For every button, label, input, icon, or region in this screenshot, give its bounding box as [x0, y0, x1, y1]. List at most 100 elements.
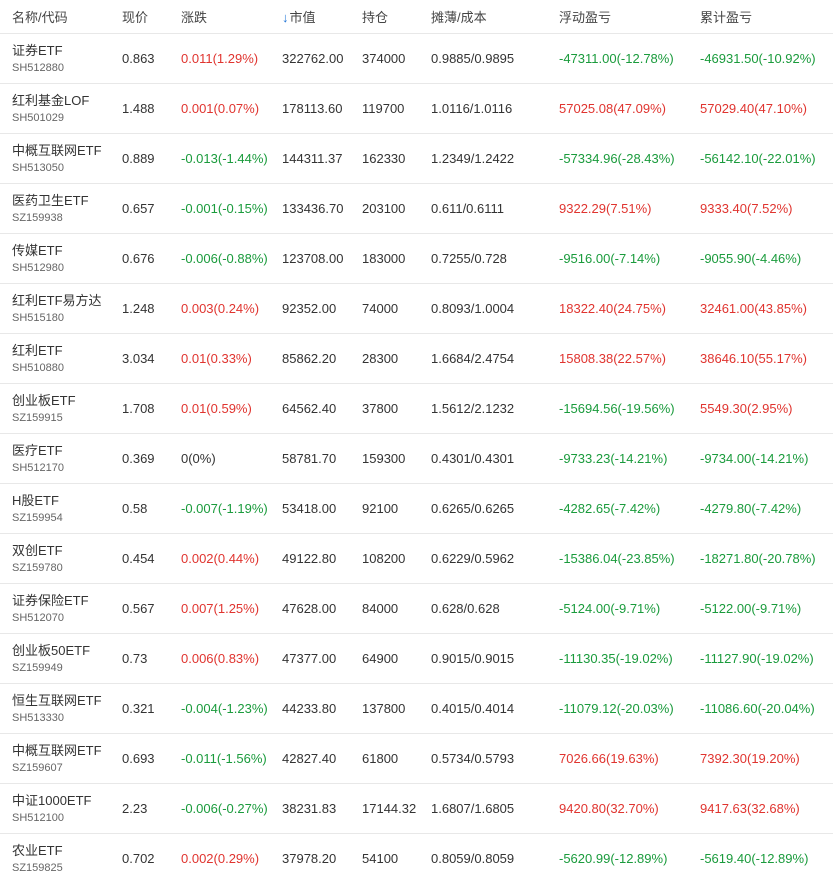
fund-code: SH513050: [12, 161, 64, 174]
name-cell: H股ETF SZ159954: [0, 492, 110, 526]
fund-name[interactable]: 创业板ETF: [12, 392, 110, 410]
table-row[interactable]: 中概互联网ETF SH513050 0.889 -0.013(-1.44%) 14431…: [0, 134, 833, 184]
fund-code: SZ159949: [12, 661, 63, 674]
table-row[interactable]: 农业ETF SZ159825 0.702 0.002(0.29%) 37978.20 54…: [0, 834, 833, 883]
table-row[interactable]: 创业板ETF SZ159915 1.708 0.01(0.59%) 64562.40 37…: [0, 384, 833, 434]
float-pl-cell: -57334.96(-28.43%): [559, 151, 675, 166]
fund-name[interactable]: 医药卫生ETF: [12, 192, 110, 210]
market-value-cell: 85862.20: [282, 351, 337, 366]
fund-name[interactable]: 红利基金LOF: [12, 92, 110, 110]
fund-code: SZ159938: [12, 211, 63, 224]
price-cell: 0.567: [122, 601, 155, 616]
header-total-pl[interactable]: 累计盈亏: [700, 10, 752, 25]
fund-name[interactable]: 双创ETF: [12, 542, 110, 560]
header-float-pl[interactable]: 浮动盈亏: [559, 10, 611, 25]
fund-code: SH512980: [12, 261, 64, 274]
table-row[interactable]: 传媒ETF SH512980 0.676 -0.006(-0.88%) 123708.0…: [0, 234, 833, 284]
change-cell: -0.001(-0.15%): [181, 201, 268, 216]
cost-cell: 0.4015/0.4014: [431, 701, 515, 716]
fund-name[interactable]: 恒生互联网ETF: [12, 692, 110, 710]
market-value-cell: 92352.00: [282, 301, 337, 316]
float-pl-cell: -15694.56(-19.56%): [559, 401, 675, 416]
fund-code: SH512880: [12, 61, 64, 74]
table-body: 证券ETF SH512880 0.863 0.011(1.29%) 322762.00 3…: [0, 34, 833, 883]
fund-code: SH515180: [12, 311, 64, 324]
name-cell: 中概互联网ETF SH513050: [0, 142, 110, 176]
cost-cell: 1.6684/2.4754: [431, 351, 515, 366]
holding-cell: 64900: [362, 651, 399, 666]
cost-cell: 1.6807/1.6805: [431, 801, 515, 816]
change-cell: 0.003(0.24%): [181, 301, 260, 316]
fund-name[interactable]: 中概互联网ETF: [12, 142, 110, 160]
table-row[interactable]: 证券ETF SH512880 0.863 0.011(1.29%) 322762.00 3…: [0, 34, 833, 84]
holding-cell: 74000: [362, 301, 399, 316]
cost-cell: 0.8093/1.0004: [431, 301, 515, 316]
fund-name[interactable]: 医疗ETF: [12, 442, 110, 460]
market-value-cell: 144311.37: [282, 151, 343, 166]
table-row[interactable]: 中证1000ETF SH512100 2.23 -0.006(-0.27%) 38231…: [0, 784, 833, 834]
holding-cell: 84000: [362, 601, 399, 616]
name-cell: 医疗ETF SH512170: [0, 442, 110, 476]
cost-cell: 0.611/0.6111: [431, 201, 505, 216]
market-value-cell: 53418.00: [282, 501, 337, 516]
fund-code: SH512100: [12, 811, 64, 824]
table-row[interactable]: 红利ETF易方达 SH515180 1.248 0.003(0.24%) 92352.0…: [0, 284, 833, 334]
total-pl-cell: -46931.50(-10.92%): [700, 51, 816, 66]
total-pl-cell: 7392.30(19.20%): [700, 751, 800, 766]
fund-name[interactable]: 农业ETF: [12, 842, 110, 860]
header-price[interactable]: 现价: [122, 10, 148, 25]
price-cell: 0.676: [122, 251, 155, 266]
name-cell: 恒生互联网ETF SH513330: [0, 692, 110, 726]
holdings-table: 名称/代码 现价 涨跌 ↓市值 持仓 摊薄/成本 浮动盈亏 累计盈亏 证券ETF…: [0, 0, 833, 883]
table-row[interactable]: 红利基金LOF SH501029 1.488 0.001(0.07%) 178113.6…: [0, 84, 833, 134]
table-row[interactable]: 中概互联网ETF SZ159607 0.693 -0.011(-1.56%) 42827…: [0, 734, 833, 784]
table-row[interactable]: 医疗ETF SH512170 0.369 0(0%) 58781.70 159300 0.4…: [0, 434, 833, 484]
fund-name[interactable]: 创业板50ETF: [12, 642, 110, 660]
float-pl-cell: -15386.04(-23.85%): [559, 551, 675, 566]
fund-name[interactable]: 中证1000ETF: [12, 792, 110, 810]
table-row[interactable]: H股ETF SZ159954 0.58 -0.007(-1.19%) 53418.00 9…: [0, 484, 833, 534]
cost-cell: 1.2349/1.2422: [431, 151, 515, 166]
cost-cell: 0.8059/0.8059: [431, 851, 515, 866]
holding-cell: 203100: [362, 201, 406, 216]
fund-name[interactable]: H股ETF: [12, 492, 110, 510]
price-cell: 0.702: [122, 851, 155, 866]
fund-name[interactable]: 证券ETF: [12, 42, 110, 60]
name-cell: 证券ETF SH512880: [0, 42, 110, 76]
price-cell: 0.863: [122, 51, 155, 66]
table-row[interactable]: 恒生互联网ETF SH513330 0.321 -0.004(-1.23%) 44233…: [0, 684, 833, 734]
table-row[interactable]: 创业板50ETF SZ159949 0.73 0.006(0.83%) 47377.00…: [0, 634, 833, 684]
fund-name[interactable]: 传媒ETF: [12, 242, 110, 260]
float-pl-cell: 9420.80(32.70%): [559, 801, 659, 816]
fund-name[interactable]: 中概互联网ETF: [12, 742, 110, 760]
fund-name[interactable]: 红利ETF: [12, 342, 110, 360]
total-pl-cell: 9417.63(32.68%): [700, 801, 800, 816]
header-market-value-cell[interactable]: ↓市值: [271, 7, 349, 26]
fund-name[interactable]: 证券保险ETF: [12, 592, 110, 610]
name-cell: 红利基金LOF SH501029: [0, 92, 110, 126]
table-row[interactable]: 医药卫生ETF SZ159938 0.657 -0.001(-0.15%) 133436…: [0, 184, 833, 234]
name-cell: 创业板ETF SZ159915: [0, 392, 110, 426]
header-holding[interactable]: 持仓: [362, 10, 388, 25]
cost-cell: 1.5612/2.1232: [431, 401, 515, 416]
fund-name[interactable]: 红利ETF易方达: [12, 292, 110, 310]
float-pl-cell: 18322.40(24.75%): [559, 301, 666, 316]
name-cell: 创业板50ETF SZ159949: [0, 642, 110, 676]
cost-cell: 0.4301/0.4301: [431, 451, 515, 466]
change-cell: 0.007(1.25%): [181, 601, 260, 616]
total-pl-cell: -9734.00(-14.21%): [700, 451, 809, 466]
change-cell: 0(0%): [181, 451, 216, 466]
change-cell: -0.013(-1.44%): [181, 151, 268, 166]
fund-code: SZ159607: [12, 761, 63, 774]
header-market-value[interactable]: 市值: [290, 10, 316, 25]
header-cost[interactable]: 摊薄/成本: [431, 10, 487, 25]
price-cell: 0.693: [122, 751, 155, 766]
table-row[interactable]: 证券保险ETF SH512070 0.567 0.007(1.25%) 47628.00…: [0, 584, 833, 634]
total-pl-cell: -9055.90(-4.46%): [700, 251, 802, 266]
header-change[interactable]: 涨跌: [181, 10, 207, 25]
total-pl-cell: -11127.90(-19.02%): [700, 651, 814, 666]
header-name[interactable]: 名称/代码: [12, 10, 68, 25]
table-row[interactable]: 红利ETF SH510880 3.034 0.01(0.33%) 85862.20 283…: [0, 334, 833, 384]
market-value-cell: 44233.80: [282, 701, 337, 716]
table-row[interactable]: 双创ETF SZ159780 0.454 0.002(0.44%) 49122.80 10…: [0, 534, 833, 584]
